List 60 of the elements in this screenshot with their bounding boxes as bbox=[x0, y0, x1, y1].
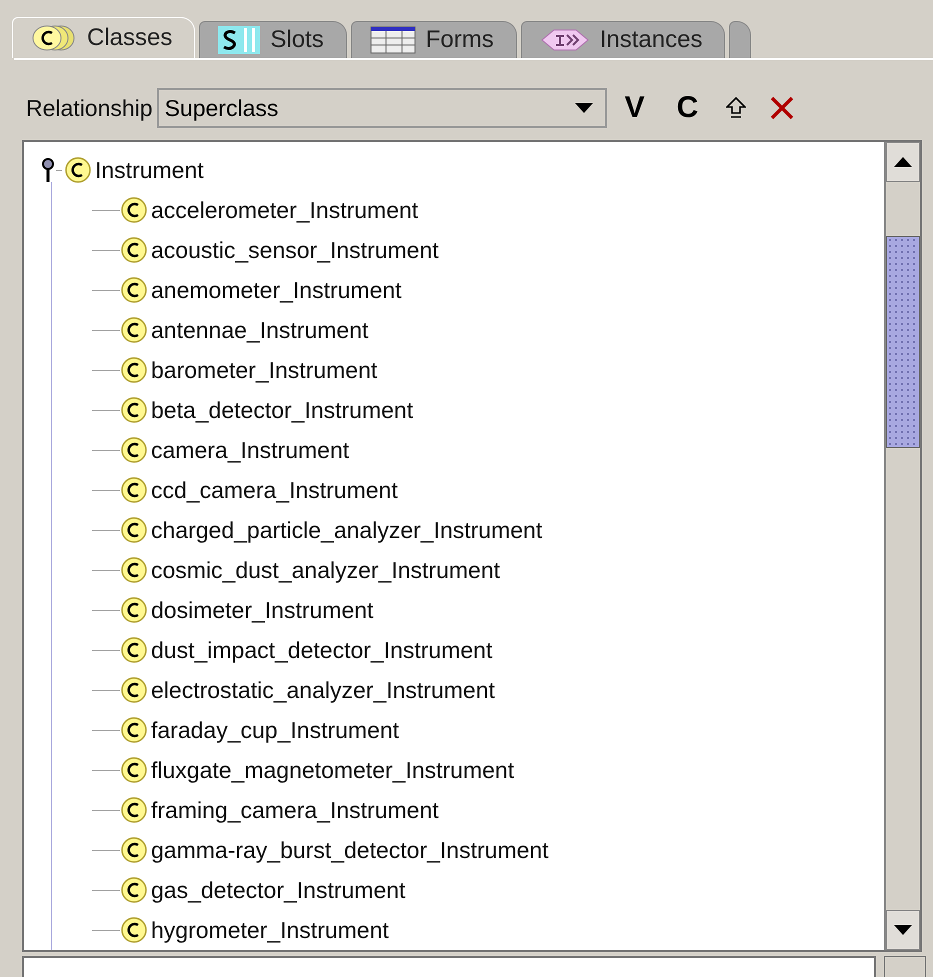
tab[interactable]: Classes bbox=[12, 17, 196, 58]
class-icon bbox=[120, 916, 148, 944]
scroll-up-icon[interactable] bbox=[894, 157, 912, 167]
form-grid-icon bbox=[370, 26, 416, 54]
tree-item[interactable]: gas_detector_Instrument bbox=[151, 876, 406, 904]
tree-item[interactable]: hygrometer_Instrument bbox=[151, 916, 389, 944]
tree-item[interactable]: cosmic_dust_analyzer_Instrument bbox=[151, 556, 500, 584]
class-icon bbox=[120, 396, 148, 424]
class-icon bbox=[120, 556, 148, 584]
tree-item[interactable]: ccd_camera_Instrument bbox=[151, 476, 398, 504]
tree-item[interactable]: barometer_Instrument bbox=[151, 356, 378, 384]
class-icon bbox=[120, 716, 148, 744]
class-icon bbox=[120, 436, 148, 464]
tree-item[interactable]: beta_detector_Instrument bbox=[151, 396, 414, 424]
tree-item[interactable]: charged_particle_analyzer_Instrument bbox=[151, 516, 542, 544]
class-icon bbox=[120, 276, 148, 304]
class-icon bbox=[120, 196, 148, 224]
up-arrow-icon[interactable] bbox=[726, 97, 746, 119]
class-icon bbox=[120, 676, 148, 704]
tree-item[interactable]: dosimeter_Instrument bbox=[151, 596, 374, 624]
scroll-down-icon[interactable] bbox=[894, 925, 912, 935]
class-icon bbox=[64, 156, 92, 184]
classes-icon bbox=[31, 25, 77, 51]
class-icon bbox=[120, 356, 148, 384]
tree-item[interactable]: framing_camera_Instrument bbox=[151, 796, 439, 824]
dropdown-arrow-icon bbox=[574, 103, 593, 113]
slots-icon bbox=[218, 26, 260, 54]
class-icon bbox=[120, 836, 148, 864]
tree-item[interactable]: faraday_cup_Instrument bbox=[151, 716, 400, 744]
class-icon bbox=[120, 516, 148, 544]
class-icon bbox=[120, 476, 148, 504]
tree-item[interactable]: fluxgate_magnetometer_Instrument bbox=[151, 756, 514, 784]
class-icon bbox=[120, 876, 148, 904]
class-icon bbox=[120, 236, 148, 264]
toolbar-button[interactable]: C bbox=[662, 91, 712, 125]
tree-item[interactable]: accelerometer_Instrument bbox=[151, 196, 418, 224]
tab[interactable]: Slots bbox=[199, 21, 347, 58]
scrollbar[interactable] bbox=[884, 142, 920, 950]
class-icon bbox=[120, 596, 148, 624]
tree-item[interactable]: acoustic_sensor_Instrument bbox=[151, 236, 439, 264]
class-icon bbox=[120, 796, 148, 824]
relationship-label: Relationship bbox=[26, 94, 153, 122]
expand-toggle-icon[interactable] bbox=[40, 156, 56, 184]
class-icon bbox=[120, 636, 148, 664]
tree-item[interactable]: camera_Instrument bbox=[151, 436, 350, 464]
tree-item[interactable]: anemometer_Instrument bbox=[151, 276, 402, 304]
toolbar-button[interactable]: V bbox=[610, 91, 659, 125]
delete-icon[interactable] bbox=[770, 96, 794, 120]
class-icon bbox=[120, 756, 148, 784]
tree-item[interactable]: antennae_Instrument bbox=[151, 316, 368, 344]
tab[interactable]: Instances bbox=[520, 21, 726, 58]
tree-item[interactable]: gamma-ray_burst_detector_Instrument bbox=[151, 836, 549, 864]
tree-item[interactable]: electrostatic_analyzer_Instrument bbox=[151, 676, 495, 704]
tab[interactable]: Forms bbox=[350, 21, 517, 58]
instances-icon bbox=[540, 28, 590, 52]
tree-item[interactable]: dust_impact_detector_Instrument bbox=[151, 636, 492, 664]
relationship-dropdown[interactable]: Superclass bbox=[156, 88, 607, 128]
scroll-thumb[interactable] bbox=[886, 236, 920, 448]
class-icon bbox=[120, 316, 148, 344]
tree-item[interactable]: Instrument bbox=[95, 156, 204, 184]
